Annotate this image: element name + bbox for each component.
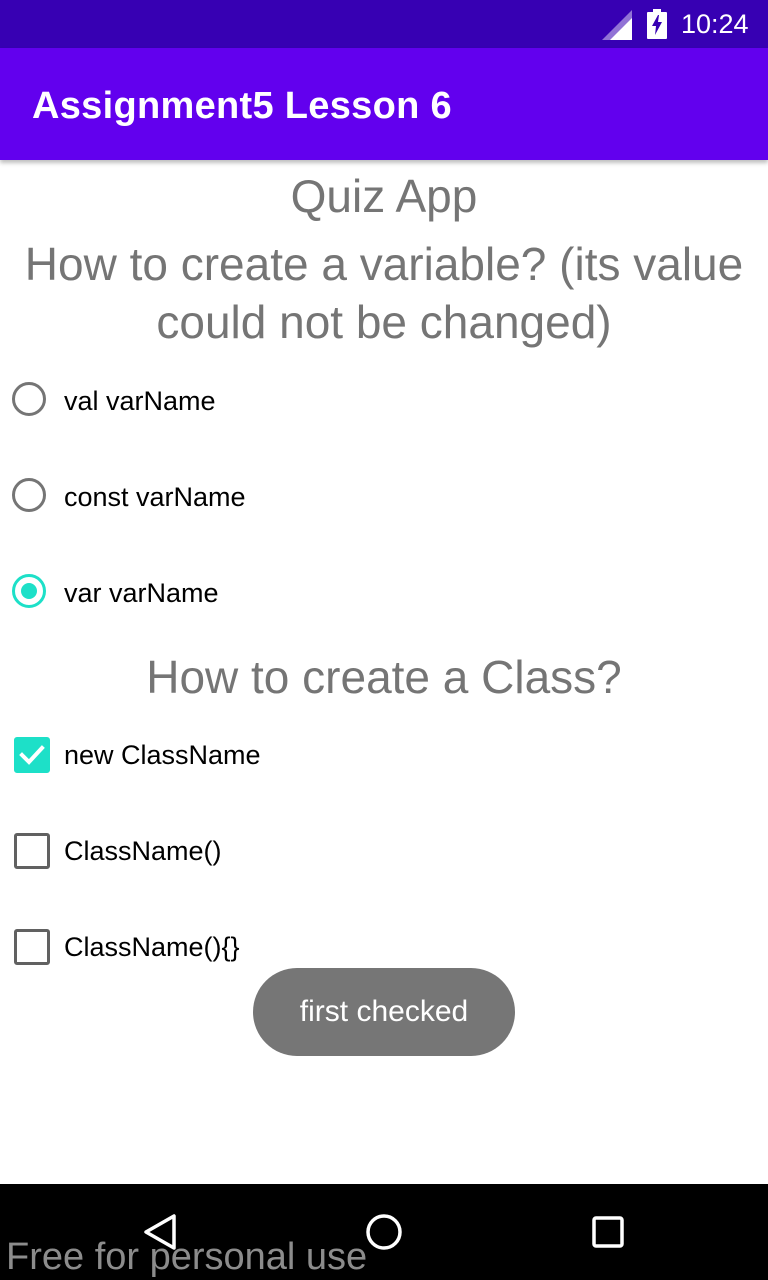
home-icon[interactable] bbox=[360, 1208, 408, 1256]
radio-button-unchecked[interactable] bbox=[12, 478, 46, 512]
status-time: 10:24 bbox=[681, 9, 749, 39]
radio-option-var[interactable]: var varName bbox=[0, 554, 768, 634]
checkbox-unchecked[interactable] bbox=[14, 929, 50, 965]
check-icon bbox=[19, 745, 45, 765]
watermark-text: Free for personal use bbox=[6, 1236, 368, 1278]
signal-icon bbox=[602, 10, 632, 40]
question-2-text: How to create a Class? bbox=[146, 651, 622, 703]
app-title: Assignment5 Lesson 6 bbox=[32, 85, 452, 127]
checkbox-option-new-classname[interactable]: new ClassName bbox=[0, 716, 768, 796]
checkbox-option-classname-parens[interactable]: ClassName() bbox=[0, 812, 768, 892]
option-label: val varName bbox=[64, 386, 216, 416]
radio-button-unchecked[interactable] bbox=[12, 382, 46, 416]
checkbox-checked[interactable] bbox=[14, 737, 50, 773]
radio-option-val[interactable]: val varName bbox=[0, 362, 768, 442]
checkbox-unchecked[interactable] bbox=[14, 833, 50, 869]
question-1-text: How to create a variable? (its value cou… bbox=[24, 238, 744, 348]
option-label: ClassName() bbox=[64, 836, 222, 866]
app-bar: Assignment5 Lesson 6 bbox=[0, 48, 768, 160]
radio-option-const[interactable]: const varName bbox=[0, 458, 768, 538]
option-label: const varName bbox=[64, 482, 246, 512]
radio-button-checked[interactable] bbox=[12, 574, 46, 608]
status-bar: 10:24 bbox=[0, 0, 768, 48]
option-label: var varName bbox=[64, 578, 219, 608]
recents-icon[interactable] bbox=[584, 1208, 632, 1256]
option-label: ClassName(){} bbox=[64, 932, 240, 962]
option-label: new ClassName bbox=[64, 740, 261, 770]
battery-charging-icon bbox=[647, 9, 667, 39]
toast-message: first checked bbox=[253, 968, 515, 1056]
quiz-title: Quiz App bbox=[290, 170, 478, 222]
